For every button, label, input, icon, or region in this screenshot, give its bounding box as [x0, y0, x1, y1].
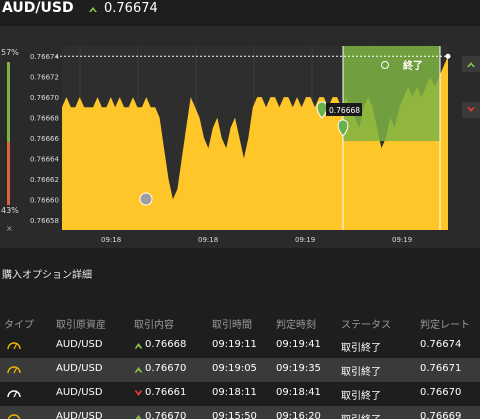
- y-tick-label: 0.76672: [30, 74, 59, 82]
- header-bar: AUD/USD 0.76674: [0, 0, 480, 26]
- asset-pair-title: AUD/USD: [2, 0, 74, 16]
- row-judge-rate: 0.76671: [420, 363, 462, 374]
- marker-label: 0.76668: [329, 106, 360, 115]
- row-trade-rate: 0.76670: [145, 363, 187, 374]
- gauge-icon: [7, 390, 21, 398]
- table-row[interactable]: AUD/USD 0.76670 09:15:50 09:16:20 取引終了 0…: [0, 406, 480, 419]
- current-rate: 0.76674: [104, 1, 158, 16]
- current-price-dot: [445, 53, 451, 59]
- table-row[interactable]: AUD/USD 0.76661 09:18:11 09:18:41 取引終了 0…: [0, 382, 480, 406]
- row-judge-rate: 0.76669: [420, 411, 462, 419]
- table-row[interactable]: AUD/USD 0.76668 09:19:11 09:19:41 取引終了 0…: [0, 334, 480, 358]
- row-status: 取引終了: [341, 411, 381, 419]
- table-header: タイプ 取引原資産 取引内容 取引時間 判定時刻 ステータス 判定レート: [0, 312, 480, 334]
- gauge-icon: [7, 366, 21, 374]
- down-arrow-icon: [467, 107, 475, 112]
- row-asset: AUD/USD: [56, 411, 103, 419]
- row-trade-time: 09:19:11: [212, 339, 257, 350]
- row-asset: AUD/USD: [56, 387, 103, 398]
- purchase-details-title: 購入オプション詳細: [2, 270, 92, 281]
- y-tick-label: 0.76666: [30, 135, 59, 143]
- x-tick-label: 09:19: [295, 236, 315, 244]
- up-arrow-icon: [467, 62, 475, 67]
- row-status: 取引終了: [341, 391, 381, 402]
- close-label: 終了: [403, 59, 423, 72]
- up-arrow-icon: [135, 415, 142, 419]
- row-asset: AUD/USD: [56, 363, 103, 374]
- col-trade-content: 取引内容: [134, 320, 174, 331]
- table-row[interactable]: AUD/USD 0.76670 09:19:05 09:19:35 取引終了 0…: [0, 358, 480, 382]
- y-tick-label: 0.76670: [30, 94, 59, 102]
- row-judge-time: 09:19:41: [276, 339, 321, 350]
- x-tick-label: 09:18: [101, 236, 121, 244]
- buy-low-tab[interactable]: [462, 102, 480, 118]
- col-status: ステータス: [341, 320, 391, 331]
- row-trade-time: 09:18:11: [212, 387, 257, 398]
- y-tick-label: 0.76668: [30, 115, 59, 123]
- row-trade-rate: 0.76661: [145, 387, 187, 398]
- row-asset: AUD/USD: [56, 339, 103, 350]
- row-trade-rate: 0.76668: [145, 339, 187, 350]
- row-trade-time: 09:15:50: [212, 411, 257, 419]
- y-tick-label: 0.76674: [30, 53, 59, 61]
- gauge-icon: [7, 342, 21, 350]
- row-status: 取引終了: [341, 343, 381, 354]
- up-arrow-icon: [134, 367, 143, 373]
- down-arrow-icon: [134, 390, 143, 396]
- chart-panel: 57% 43% × 終了 0.76674 0.76672 0.76670 0.7666…: [0, 26, 480, 248]
- row-status: 取引終了: [341, 367, 381, 378]
- y-tick-label: 0.76658: [30, 217, 59, 225]
- row-judge-time: 09:16:20: [276, 411, 321, 419]
- up-arrow-icon: [134, 343, 143, 349]
- col-type: タイプ: [4, 320, 34, 331]
- close-zone: [343, 46, 440, 141]
- col-judge-time: 判定時刻: [276, 320, 316, 331]
- col-trade-time: 取引時間: [212, 320, 252, 331]
- x-tick-label: 09:18: [198, 236, 218, 244]
- row-trade-time: 09:19:05: [212, 363, 257, 374]
- col-judge-rate: 判定レート: [420, 320, 470, 331]
- y-tick-label: 0.76660: [30, 196, 59, 204]
- row-judge-time: 09:18:41: [276, 387, 321, 398]
- price-chart: 終了 0.76674 0.76672 0.76670 0.76668 0.76666 0.…: [30, 46, 451, 244]
- row-judge-rate: 0.76670: [420, 387, 462, 398]
- y-tick-label: 0.76662: [30, 176, 59, 184]
- col-asset: 取引原資産: [56, 320, 106, 331]
- row-trade-rate: 0.76670: [145, 411, 187, 419]
- up-arrow-icon: [89, 7, 97, 12]
- past-marker-icon: [139, 192, 153, 206]
- row-judge-time: 09:19:35: [276, 363, 321, 374]
- row-judge-rate: 0.76674: [420, 339, 462, 350]
- y-tick-label: 0.76664: [30, 155, 59, 163]
- x-tick-label: 09:19: [392, 236, 412, 244]
- gauge-icon: [7, 414, 21, 419]
- buy-high-tab[interactable]: [462, 56, 480, 72]
